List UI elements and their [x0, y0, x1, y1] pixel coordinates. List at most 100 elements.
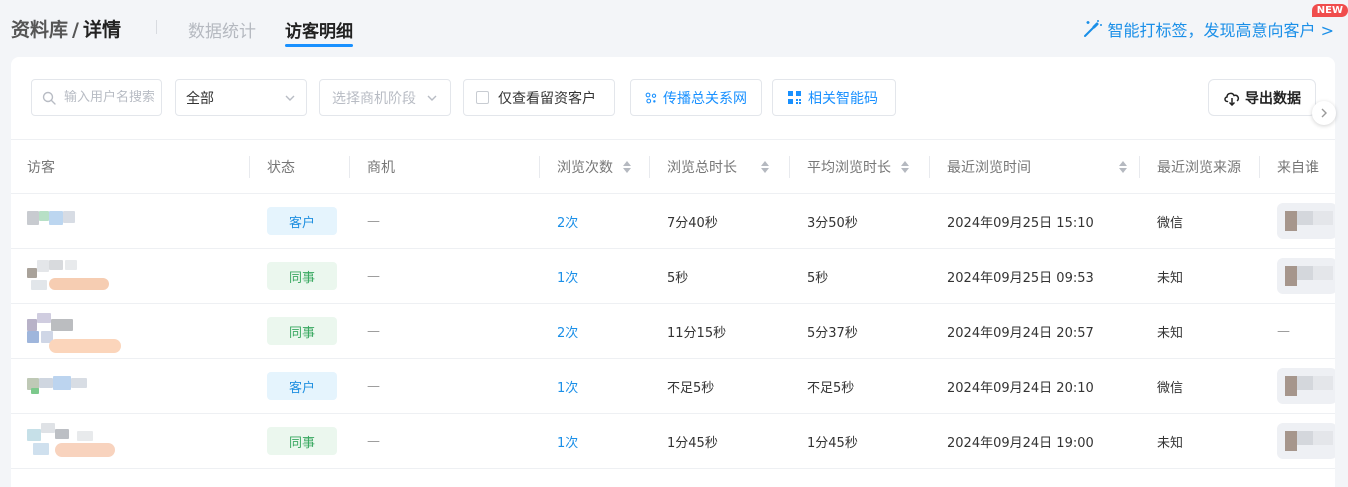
col-from: 来自谁: [1277, 140, 1319, 194]
blur-block: [37, 260, 49, 272]
blur-block: [1313, 431, 1333, 445]
smart-code-button-label: 相关智能码: [808, 90, 878, 107]
avatar[interactable]: [27, 421, 127, 461]
views-link[interactable]: 1次: [557, 359, 578, 413]
from-avatar[interactable]: [1277, 423, 1335, 459]
col-last-view[interactable]: 最近浏览时间: [947, 140, 1127, 194]
search-icon: [42, 91, 56, 105]
status-cell: 同事: [267, 249, 337, 303]
blur-block: [27, 319, 37, 331]
from-avatar[interactable]: [1277, 203, 1335, 239]
last-view-cell: 2024年09月24日 19:00: [947, 435, 1094, 451]
col-avg-time-label: 平均浏览时长: [807, 160, 891, 176]
avatar[interactable]: [27, 366, 127, 406]
table-scroll-right-button[interactable]: [1312, 101, 1336, 125]
breadcrumb-separator: /: [72, 19, 79, 41]
from-avatar[interactable]: [1277, 368, 1335, 404]
col-status-label: 状态: [267, 160, 295, 176]
new-badge: NEW: [1311, 4, 1348, 17]
blur-block: [31, 388, 39, 394]
sort-icon[interactable]: [901, 161, 909, 173]
blur-block: [27, 268, 37, 278]
total-time-cell: 1分45秒: [667, 435, 718, 451]
sort-icon[interactable]: [623, 161, 631, 173]
breadcrumb-current: 详情: [82, 19, 121, 41]
table-row[interactable]: 同事 — 2次 11分15秒 5分37秒 2024年09月24日 20:57 未…: [11, 304, 1335, 359]
opportunity-stage-select[interactable]: 选择商机阶段: [319, 79, 451, 116]
col-separator: [649, 156, 650, 178]
blur-block: [63, 211, 75, 223]
smart-tag-promo-link[interactable]: 智能打标签，发现高意向客户 >: [1082, 17, 1335, 41]
last-view-cell: 2024年09月24日 20:57: [947, 325, 1094, 341]
views-link[interactable]: 1次: [557, 414, 578, 468]
avatar[interactable]: [27, 311, 127, 353]
col-status: 状态: [267, 140, 295, 194]
network-icon: [645, 92, 657, 103]
col-total-time-label: 浏览总时长: [667, 160, 737, 176]
avg-time-cell: 3分50秒: [807, 215, 858, 231]
avatar[interactable]: [27, 201, 127, 241]
last-view-cell: 2024年09月25日 15:10: [947, 215, 1094, 231]
status-badge: 客户: [267, 372, 337, 400]
visitor-cell[interactable]: [27, 194, 127, 248]
views-link[interactable]: 2次: [557, 194, 578, 248]
sort-icon[interactable]: [761, 161, 769, 173]
status-filter-select[interactable]: 全部: [175, 79, 307, 116]
magic-wand-icon: [1083, 20, 1102, 37]
blur-block: [49, 260, 63, 270]
export-data-button[interactable]: 导出数据: [1208, 79, 1316, 116]
views-link[interactable]: 1次: [557, 249, 578, 303]
breadcrumb-root[interactable]: 资料库: [11, 19, 68, 41]
only-retained-label: 仅查看留资客户: [498, 90, 596, 107]
tab-visitor-details[interactable]: 访客明细: [285, 17, 353, 47]
blur-block: [1313, 211, 1333, 225]
sort-icon[interactable]: [1119, 161, 1127, 173]
col-avg-time[interactable]: 平均浏览时长: [807, 140, 909, 194]
blur-block: [55, 443, 115, 457]
col-total-time[interactable]: 浏览总时长: [667, 140, 769, 194]
blur-block: [53, 376, 71, 390]
chevron-right-icon: [1321, 108, 1327, 118]
col-separator: [539, 156, 540, 178]
col-last-source-label: 最近浏览来源: [1157, 160, 1241, 176]
table-row[interactable]: 同事 — 1次 5秒 5秒 2024年09月25日 09:53 未知: [11, 249, 1335, 304]
filter-toolbar: 全部 选择商机阶段 仅查看留资客户 传播总关系网: [11, 57, 1335, 139]
blur-block: [55, 429, 69, 439]
from-avatar[interactable]: [1277, 258, 1335, 294]
checkbox-box[interactable]: [476, 91, 489, 104]
smart-code-button[interactable]: 相关智能码: [772, 79, 896, 116]
blur-block: [1297, 376, 1313, 390]
tab-data-stats[interactable]: 数据统计: [188, 17, 256, 42]
search-input[interactable]: [64, 90, 154, 105]
source-cell: 微信: [1157, 380, 1184, 396]
table-row[interactable]: 客户 — 1次 不足5秒 不足5秒 2024年09月24日 20:10 微信: [11, 359, 1335, 414]
blur-block: [71, 378, 87, 388]
opportunity-cell: —: [367, 378, 380, 394]
tab-visitor-details-label: 访客明细: [285, 22, 353, 42]
visitor-cell[interactable]: [27, 304, 127, 358]
visitor-cell[interactable]: [27, 359, 127, 413]
network-button[interactable]: 传播总关系网: [630, 79, 762, 116]
status-badge: 同事: [267, 317, 337, 345]
from-cell: [1277, 249, 1335, 303]
export-data-label: 导出数据: [1245, 90, 1301, 107]
source-cell: 未知: [1157, 435, 1184, 451]
blur-block: [37, 313, 51, 323]
avatar[interactable]: [27, 256, 127, 296]
visitor-cell[interactable]: [27, 414, 127, 468]
blur-block: [1313, 376, 1333, 390]
smart-tag-promo-text: 智能打标签，发现高意向客户 >: [1107, 21, 1335, 40]
only-retained-checkbox[interactable]: 仅查看留资客户: [463, 79, 615, 116]
blur-block: [1297, 211, 1313, 225]
qrcode-icon: [788, 91, 801, 104]
blur-block: [51, 319, 73, 331]
table-row[interactable]: 同事 — 1次 1分45秒 1分45秒 2024年09月24日 19:00 未知: [11, 414, 1335, 469]
search-box[interactable]: [31, 79, 162, 116]
table-row[interactable]: 客户 — 2次 7分40秒 3分50秒 2024年09月25日 15:10 微信: [11, 194, 1335, 249]
views-link[interactable]: 2次: [557, 304, 578, 358]
visitor-cell[interactable]: [27, 249, 127, 303]
col-opportunity-label: 商机: [367, 160, 395, 176]
col-views[interactable]: 浏览次数: [557, 140, 631, 194]
from-cell: [1277, 359, 1335, 413]
table-header: 访客 状态 商机 浏览次数 浏览总时长 平均浏览时长 最近浏览时间 最近浏览来源…: [11, 139, 1335, 194]
